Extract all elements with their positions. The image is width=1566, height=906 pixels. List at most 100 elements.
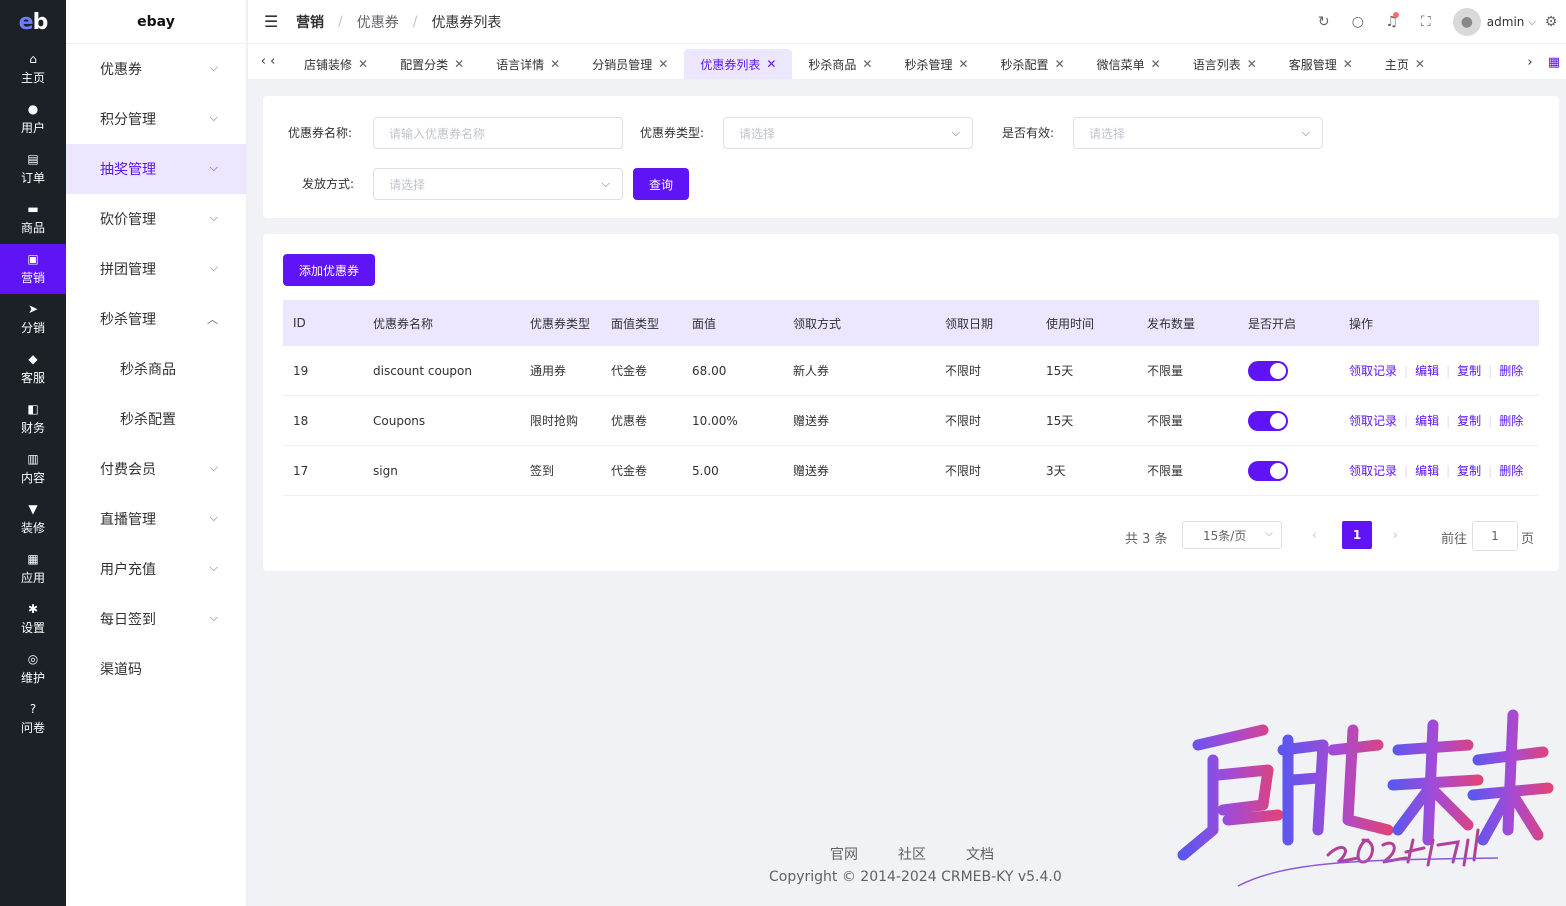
tabs-scroll-right-icon[interactable]: › (1518, 55, 1542, 70)
close-icon[interactable]: ✕ (766, 57, 776, 71)
submenu-seckill-config[interactable]: 秒杀配置 (66, 394, 246, 444)
close-icon[interactable]: ✕ (454, 57, 464, 71)
breadcrumb-item[interactable]: 优惠券 (357, 12, 399, 32)
submenu-channel-code[interactable]: 渠道码 (66, 644, 246, 694)
tabs-menu-icon[interactable]: ▦ (1542, 55, 1566, 70)
rail-item[interactable]: ◎ 维护 (0, 644, 66, 694)
tab[interactable]: 微信菜单 ✕ (1081, 49, 1177, 79)
rail-item[interactable]: ▥ 内容 (0, 444, 66, 494)
tabs-scroll-left-icon[interactable]: ‹ ‹ (248, 44, 288, 79)
delete-link[interactable]: 删除 (1499, 362, 1523, 379)
breadcrumb-item[interactable]: 营销 (296, 12, 324, 32)
submenu-bargain[interactable]: 砍价管理 ⌵ (66, 194, 246, 244)
footer-link-docs[interactable]: 文档 (966, 844, 994, 864)
avatar[interactable]: ● (1452, 8, 1481, 36)
copy-link[interactable]: 复制 (1457, 362, 1481, 379)
submenu-recharge[interactable]: 用户充值 ⌵ (66, 544, 246, 594)
submenu-live[interactable]: 直播管理 ⌵ (66, 494, 246, 544)
tab[interactable]: 语言详情 ✕ (480, 49, 576, 79)
enabled-toggle[interactable] (1248, 460, 1288, 481)
submenu-coupon[interactable]: 优惠券 ⌵ (66, 44, 246, 94)
row-actions: 领取记录 | 编辑 | 复制 | 删除 (1349, 446, 1523, 495)
search-icon[interactable]: ○ (1341, 14, 1375, 30)
submenu-checkin[interactable]: 每日签到 ⌵ (66, 594, 246, 644)
tab[interactable]: 配置分类 ✕ (384, 49, 480, 79)
rail-item[interactable]: ▤ 订单 (0, 144, 66, 194)
tab[interactable]: 客服管理 ✕ (1273, 49, 1369, 79)
coupon-type-select[interactable]: 请选择 ⌵ (723, 117, 973, 149)
tab[interactable]: 主页 ✕ (1369, 49, 1441, 79)
prev-page-icon[interactable]: ‹ (1312, 528, 1317, 542)
tab[interactable]: 店铺装修 ✕ (288, 49, 384, 79)
tab-label: 语言详情 (496, 57, 545, 72)
enabled-toggle[interactable] (1248, 360, 1288, 381)
enabled-toggle[interactable] (1248, 410, 1288, 431)
add-coupon-button[interactable]: 添加优惠券 (283, 254, 375, 286)
username[interactable]: admin (1487, 15, 1525, 29)
rail-item[interactable]: ? 问卷 (0, 694, 66, 744)
issue-method-select[interactable]: 请选择 ⌵ (373, 168, 623, 200)
view-records-link[interactable]: 领取记录 (1349, 462, 1397, 479)
rail-item[interactable]: ◆ 客服 (0, 344, 66, 394)
rail-item[interactable]: ➤ 分销 (0, 294, 66, 344)
footer-link-community[interactable]: 社区 (898, 844, 926, 864)
view-records-link[interactable]: 领取记录 (1349, 362, 1397, 379)
delete-link[interactable]: 删除 (1499, 412, 1523, 429)
rail-item[interactable]: ✱ 设置 (0, 594, 66, 644)
close-icon[interactable]: ✕ (358, 57, 368, 71)
fullscreen-icon[interactable]: ⛶ (1409, 14, 1443, 30)
tab[interactable]: 优惠券列表 ✕ (684, 49, 793, 79)
close-icon[interactable]: ✕ (1151, 57, 1161, 71)
close-icon[interactable]: ✕ (1343, 57, 1353, 71)
chevron-down-icon[interactable]: ⌵ (1528, 17, 1536, 28)
submenu-lottery[interactable]: 抽奖管理 ⌵ (66, 144, 246, 194)
query-button[interactable]: 查询 (633, 168, 689, 200)
close-icon[interactable]: ✕ (1415, 57, 1425, 71)
close-icon[interactable]: ✕ (862, 57, 872, 71)
rail-item[interactable]: ▬ 商品 (0, 194, 66, 244)
valid-select[interactable]: 请选择 ⌵ (1073, 117, 1323, 149)
footer-link-official[interactable]: 官网 (830, 844, 858, 864)
tab[interactable]: 秒杀管理 ✕ (888, 49, 984, 79)
menu-toggle-icon[interactable]: ☰ (264, 12, 284, 31)
close-icon[interactable]: ✕ (658, 57, 668, 71)
service-icon: ◆ (28, 352, 38, 366)
rail-item[interactable]: ● 用户 (0, 94, 66, 144)
delete-link[interactable]: 删除 (1499, 462, 1523, 479)
close-icon[interactable]: ✕ (958, 57, 968, 71)
submenu-seckill-goods[interactable]: 秒杀商品 (66, 344, 246, 394)
rail-item[interactable]: ▼ 装修 (0, 494, 66, 544)
view-records-link[interactable]: 领取记录 (1349, 412, 1397, 429)
next-page-icon[interactable]: › (1393, 528, 1398, 542)
app-logo[interactable]: eb (0, 0, 66, 44)
goto-page-input[interactable]: 1 (1472, 521, 1518, 551)
submenu-group-buy[interactable]: 拼团管理 ⌵ (66, 244, 246, 294)
rail-item[interactable]: ⌂ 主页 (0, 44, 66, 94)
edit-link[interactable]: 编辑 (1415, 362, 1439, 379)
submenu-paid-member[interactable]: 付费会员 ⌵ (66, 444, 246, 494)
rail-item[interactable]: ▦ 应用 (0, 544, 66, 594)
close-icon[interactable]: ✕ (550, 57, 560, 71)
page-number-current[interactable]: 1 (1342, 521, 1372, 549)
edit-link[interactable]: 编辑 (1415, 462, 1439, 479)
tab[interactable]: 语言列表 ✕ (1177, 49, 1273, 79)
copy-link[interactable]: 复制 (1457, 412, 1481, 429)
refresh-icon[interactable]: ↻ (1307, 14, 1341, 30)
tab[interactable]: 秒杀商品 ✕ (792, 49, 888, 79)
copy-link[interactable]: 复制 (1457, 462, 1481, 479)
coupon-name-input[interactable]: 请输入优惠券名称 (373, 117, 623, 149)
edit-link[interactable]: 编辑 (1415, 412, 1439, 429)
rail-item[interactable]: ◧ 财务 (0, 394, 66, 444)
tab[interactable]: 分销员管理 ✕ (576, 49, 684, 79)
close-icon[interactable]: ✕ (1247, 57, 1257, 71)
bell-icon[interactable]: ♫ (1375, 12, 1409, 30)
coupon-type-label: 优惠券类型: (639, 126, 704, 140)
page-size-select[interactable]: 15条/页 ⌵ (1182, 521, 1282, 549)
close-icon[interactable]: ✕ (1055, 57, 1065, 71)
tab[interactable]: 秒杀配置 ✕ (985, 49, 1081, 79)
gear-icon[interactable]: ⚙ (1536, 14, 1566, 30)
rail-item[interactable]: ▣ 营销 (0, 244, 66, 294)
submenu-seckill[interactable]: 秒杀管理 ︿ (66, 294, 246, 344)
table-cell: sign (373, 463, 398, 478)
submenu-points[interactable]: 积分管理 ⌵ (66, 94, 246, 144)
